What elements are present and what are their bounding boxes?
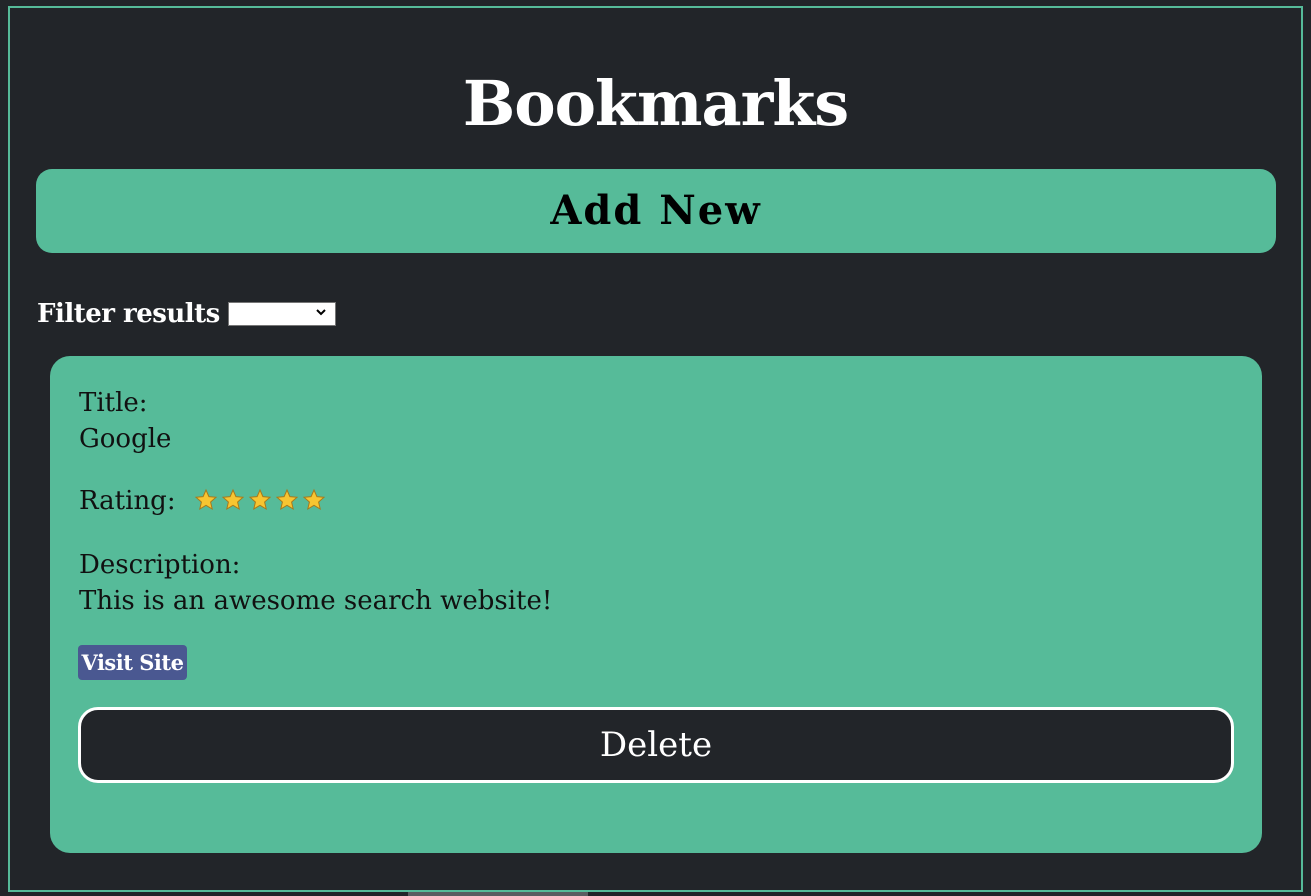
- star-icon: [275, 488, 299, 511]
- page-title: Bookmarks: [462, 67, 849, 140]
- add-new-button[interactable]: Add New: [36, 169, 1276, 253]
- title-label: Title:: [79, 388, 148, 418]
- filter-select[interactable]: [227, 302, 336, 326]
- visit-site-button[interactable]: Visit Site: [78, 645, 187, 680]
- bookmark-title: Google: [79, 424, 172, 454]
- horizontal-scrollbar-thumb[interactable]: [408, 892, 588, 896]
- star-icon: [302, 488, 326, 511]
- star-icon: [248, 488, 272, 511]
- star-icon: [221, 488, 245, 511]
- rating-stars: [194, 488, 326, 512]
- rating-label: Rating:: [79, 486, 176, 516]
- delete-button[interactable]: Delete: [78, 707, 1234, 783]
- filter-row: Filter results: [37, 296, 336, 332]
- bookmark-description: This is an awesome search website!: [79, 586, 553, 616]
- bookmark-card: Title: Google Rating: Description: This …: [50, 356, 1262, 853]
- star-icon: [194, 488, 218, 511]
- filter-label: Filter results: [37, 299, 220, 329]
- chevron-down-icon: [316, 309, 326, 316]
- description-label: Description:: [79, 550, 241, 580]
